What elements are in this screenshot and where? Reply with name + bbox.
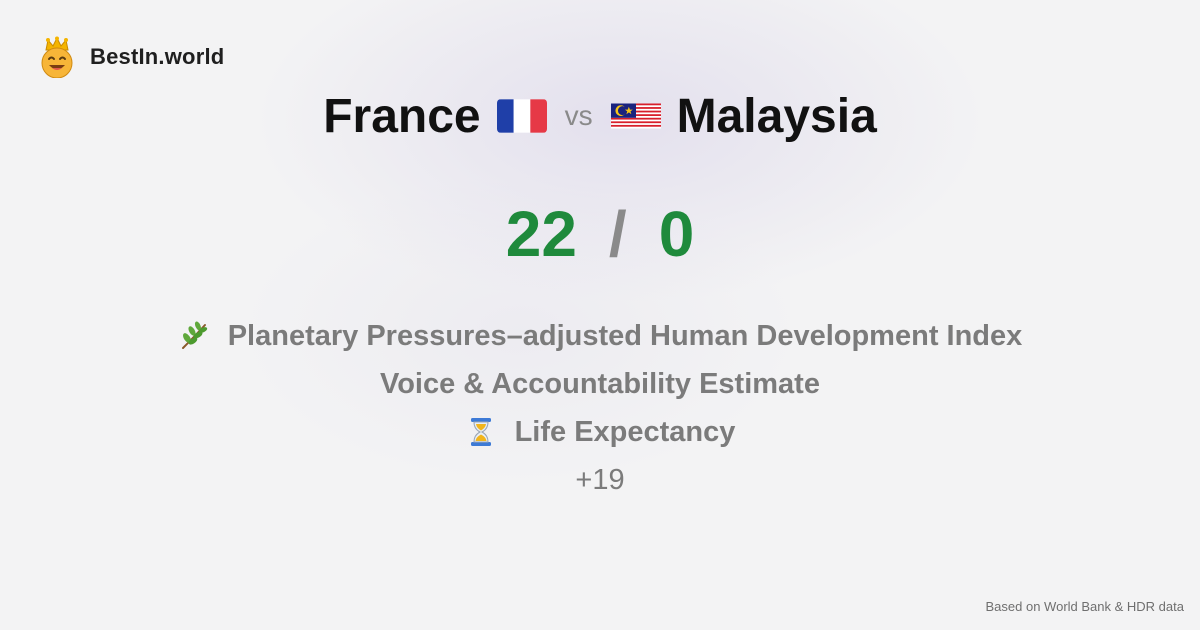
right-score: 0 xyxy=(658,198,695,270)
left-country-name: France xyxy=(323,89,481,143)
flag-france-icon xyxy=(496,99,547,133)
data-source-note: Based on World Bank & HDR data xyxy=(985,599,1184,614)
metric-list: Planetary Pressures–adjusted Human Devel… xyxy=(0,312,1200,504)
flag-malaysia-icon xyxy=(610,103,661,129)
score-separator: / xyxy=(608,198,627,270)
brand-name: BestIn.world xyxy=(90,44,225,69)
metric-label: Planetary Pressures–adjusted Human Devel… xyxy=(227,319,1023,352)
right-country-name: Malaysia xyxy=(676,89,877,143)
vs-label: vs xyxy=(564,100,593,131)
score: 22 / 0 xyxy=(0,196,1200,272)
metric-item: Life Expectancy xyxy=(0,408,1200,456)
metric-item: Planetary Pressures–adjusted Human Devel… xyxy=(0,312,1200,360)
metric-item: Voice & Accountability Estimate xyxy=(0,360,1200,408)
crowned-smiley-icon xyxy=(41,36,73,78)
brand[interactable]: BestIn.world xyxy=(38,36,224,78)
comparison-title: France vs Malaysia xyxy=(0,86,1200,146)
herb-icon xyxy=(181,321,207,349)
more-metrics-count: +19 xyxy=(575,463,625,496)
metric-label: Life Expectancy xyxy=(514,415,736,448)
hourglass-icon xyxy=(470,418,491,446)
left-score: 22 xyxy=(505,198,577,270)
metric-label: Voice & Accountability Estimate xyxy=(380,367,820,400)
